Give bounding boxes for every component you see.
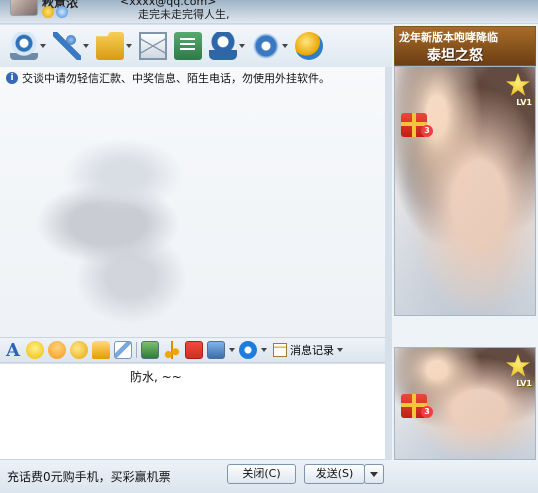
send-button[interactable]: 发送(S) [304,464,365,484]
screenshot-button[interactable] [207,341,225,359]
photo-overlay [395,67,535,315]
gift-count-badge: 3 [421,406,433,418]
safety-warning: i 交谈中请勿轻信汇款、中奖信息、陌生电话，勿使用外挂软件。 [6,70,330,86]
font-button[interactable]: A [4,340,22,361]
avatar[interactable] [10,0,38,16]
contact-signature: 走完未走完得人生, [138,8,230,21]
divider [136,342,137,358]
level-text: LV1 [516,98,532,107]
handwriting-button[interactable] [114,341,132,359]
emoji-button[interactable] [26,341,44,359]
header: 秋意浓 <xxxx@qq.com> 走完未走完得人生, [0,0,538,24]
voice-button[interactable] [51,30,91,62]
star-icon [42,6,54,18]
music-button[interactable] [163,341,181,359]
status-icons [42,6,68,18]
sticker-button[interactable] [48,341,66,359]
history-icon [273,343,287,357]
group-icon [209,32,237,60]
bottom-bar: 充话费0元购手机，买彩赢机票 关闭(C) 发送(S) [0,460,538,493]
message-input-text: 防水, ~~ [130,370,182,384]
chevron-down-icon [370,472,378,477]
format-toolbar: A 消息记录 [0,337,385,363]
animated-face-button[interactable] [70,341,88,359]
chevron-down-icon [337,348,343,352]
thumbs-up-button[interactable] [92,341,110,359]
profile-photo-ad-secondary[interactable]: LV1 3 [394,347,536,460]
payment-button[interactable] [239,341,257,359]
gift-count-badge: 3 [421,125,433,137]
chat-window: 秋意浓 <xxxx@qq.com> 走完未走完得人生, i 交谈中请勿轻信汇款、… [0,0,538,493]
video-camera-icon [10,32,38,60]
globe-button[interactable] [293,30,325,62]
globe-icon [295,32,323,60]
chevron-down-icon[interactable] [229,348,235,352]
file-transfer-button[interactable] [94,30,134,62]
main-toolbar [0,25,392,67]
microphone-icon [53,32,81,60]
mail-button[interactable] [137,30,169,62]
top-ad-line2: 泰坦之怒 [427,48,483,64]
profile-photo-ad[interactable]: LV1 3 [394,66,536,316]
close-button[interactable]: 关闭(C) [227,464,296,484]
chevron-down-icon [40,44,46,48]
message-history-button[interactable]: 消息记录 [273,342,343,358]
settings-icon [252,32,280,60]
image-button[interactable] [141,341,159,359]
chevron-down-icon [239,44,245,48]
info-icon: i [6,72,18,84]
settings-button[interactable] [250,30,290,62]
top-ad-banner[interactable]: 龙年新版本咆哮降临 泰坦之怒 [394,26,536,66]
chevron-down-icon [282,44,288,48]
safety-warning-text: 交谈中请勿轻信汇款、中奖信息、陌生电话，勿使用外挂软件。 [22,72,330,85]
qq-icon [56,6,68,18]
message-history-label: 消息记录 [290,344,334,357]
document-icon [174,32,202,60]
message-input[interactable]: 防水, ~~ [0,364,385,460]
chevron-down-icon [83,44,89,48]
document-button[interactable] [172,30,204,62]
group-button[interactable] [207,30,247,62]
chevron-down-icon[interactable] [261,348,267,352]
promo-link[interactable]: 充话费0元购手机，买彩赢机票 [7,468,171,485]
top-ad-line1: 龙年新版本咆哮降临 [399,31,498,44]
ad-panel: 龙年新版本咆哮降临 泰坦之怒 LV1 3 LV1 3 [392,24,538,460]
gift-button[interactable] [185,341,203,359]
send-options-button[interactable] [364,464,384,484]
mail-icon [139,32,167,60]
folder-transfer-icon [96,32,124,60]
level-text: LV1 [516,379,532,388]
video-button[interactable] [8,30,48,62]
chevron-down-icon [126,44,132,48]
chat-history[interactable]: i 交谈中请勿轻信汇款、中奖信息、陌生电话，勿使用外挂软件。 [0,67,385,337]
